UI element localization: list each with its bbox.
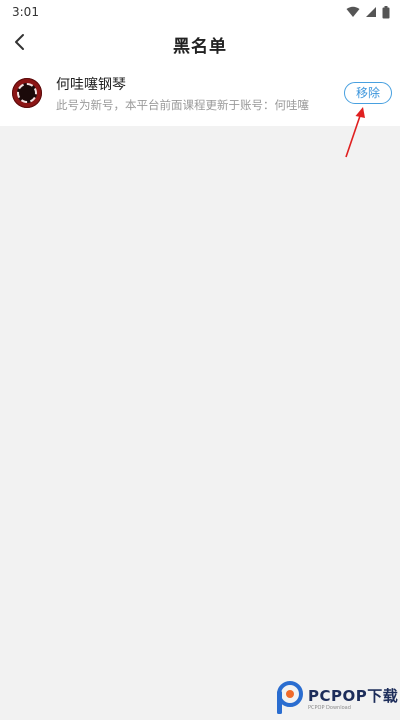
page-title: 黑名单 [173, 36, 227, 57]
watermark-brand: PCPOP下载 [308, 687, 399, 705]
watermark: PCPOP下载 PCPOP Download [274, 680, 398, 716]
avatar-icon[interactable] [12, 78, 42, 108]
status-icons [346, 5, 390, 19]
battery-icon [382, 5, 390, 19]
pcpop-logo-icon [277, 681, 303, 714]
watermark-text: PCPOP下载 PCPOP Download [308, 685, 398, 711]
user-name: 何哇噻钢琴 [56, 77, 126, 93]
remove-button[interactable]: 移除 [344, 82, 392, 104]
chevron-left-icon [13, 33, 27, 55]
app-bar: 黑名单 [0, 24, 400, 64]
cellular-signal-icon [365, 6, 377, 18]
back-button[interactable] [6, 30, 34, 58]
annotation-arrow-icon [345, 107, 365, 158]
user-description: 此号为新号，本平台前面课程更新于账号：何哇噻 [56, 98, 309, 112]
wifi-icon [346, 6, 360, 18]
status-time: 3:01 [12, 5, 39, 19]
avatar-inner [17, 83, 37, 103]
status-bar: 3:01 [0, 0, 400, 24]
watermark-sub: PCPOP Download [308, 705, 351, 711]
